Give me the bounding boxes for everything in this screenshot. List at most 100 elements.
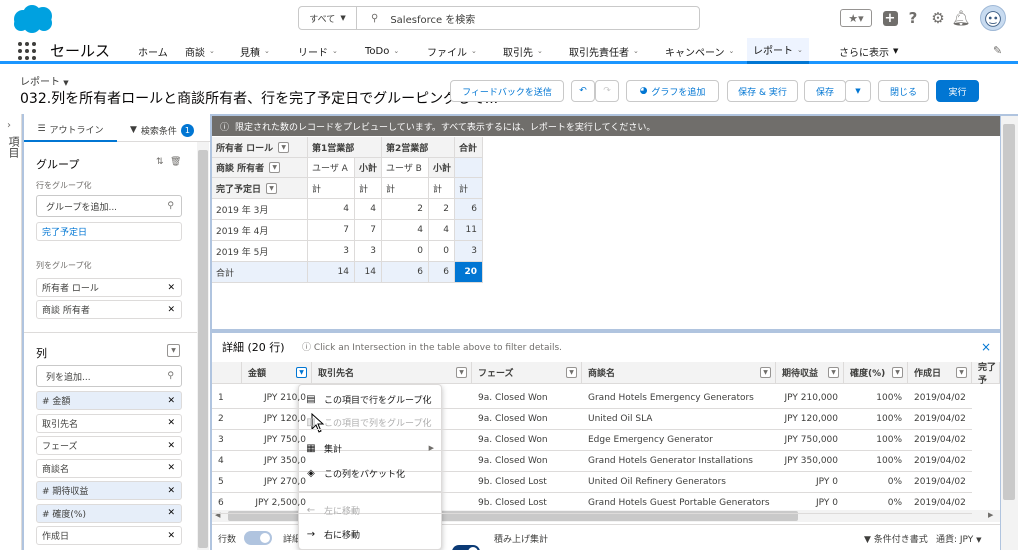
column-pill[interactable]: # 金額 ✕	[36, 391, 182, 410]
remove-icon[interactable]: ✕	[167, 463, 175, 473]
column-pill[interactable]: 取引先名 ✕	[36, 413, 182, 433]
chevron-down-icon[interactable]: ▼	[296, 367, 307, 378]
nav-item-4[interactable]: リード ⌄	[292, 38, 344, 64]
conditional-format-button[interactable]: ▼ 条件付き書式	[864, 532, 928, 545]
save-button[interactable]: 保存	[804, 80, 846, 102]
app-launcher-icon[interactable]	[18, 42, 36, 60]
remove-icon[interactable]: ✕	[167, 531, 175, 541]
group-rows-input[interactable]: グループを追加... ⚲	[36, 195, 182, 217]
salesforce-cloud-logo[interactable]	[10, 4, 56, 34]
detail-col-header[interactable]: 完了予	[972, 362, 1000, 386]
nav-item-3[interactable]: 見積 ⌄	[234, 38, 276, 64]
column-pill[interactable]: # 確度(%) ✕	[36, 503, 182, 523]
detail-col-header[interactable]: 取引先名 ▼	[312, 362, 472, 384]
subtotal-toggle[interactable]	[452, 545, 480, 550]
menu-item-3[interactable]: ▦ 集計 ▶	[306, 437, 434, 459]
panel-scroll-thumb[interactable]	[198, 150, 208, 548]
nav-item-9[interactable]: キャンペーン ⌄	[659, 38, 740, 64]
remove-icon[interactable]: ✕	[167, 396, 175, 406]
remove-icon[interactable]: ✕	[167, 418, 175, 428]
chevron-down-icon[interactable]: ⌄	[332, 47, 338, 55]
tab-filters[interactable]: ▼ 検索条件 1	[130, 118, 205, 142]
columns-menu-button[interactable]: ▼	[167, 344, 180, 357]
chevron-down-icon[interactable]: ▼	[893, 47, 898, 55]
column-pill[interactable]: フェーズ ✕	[36, 436, 182, 455]
col-group-pill[interactable]: 所有者 ロール ✕	[36, 278, 182, 297]
chevron-down-icon[interactable]: ▼	[456, 367, 467, 378]
search-scope-select[interactable]: すべて ▼	[299, 7, 357, 29]
edit-nav-pencil-icon[interactable]: ✎	[993, 44, 1002, 57]
detail-col-header[interactable]: 商談名 ▼	[582, 362, 776, 384]
save-options-button[interactable]: ▼	[845, 80, 871, 102]
chevron-down-icon[interactable]: ⌄	[471, 47, 477, 55]
menu-item-1[interactable]: ▤ この項目で行をグループ化	[306, 388, 434, 410]
vertical-scroll-thumb[interactable]	[1003, 124, 1015, 500]
chevron-down-icon[interactable]: ▼	[278, 141, 290, 153]
add-icon[interactable]: +	[880, 8, 900, 28]
remove-icon[interactable]: ✕	[167, 486, 175, 496]
col-group-pill[interactable]: 商談 所有者 ✕	[36, 300, 182, 319]
bell-icon[interactable]: 🔔︎	[951, 8, 971, 28]
remove-icon[interactable]: ✕	[167, 508, 175, 518]
search-input[interactable]: Salesforce を検索	[390, 11, 475, 26]
global-search[interactable]: すべて ▼ ⚲ Salesforce を検索	[298, 6, 700, 30]
column-pill[interactable]: 作成日 ✕	[36, 526, 182, 545]
tab-outline[interactable]: ☰ アウトライン	[24, 118, 117, 142]
nav-item-6[interactable]: ファイル ⌄	[421, 38, 483, 64]
gear-icon[interactable]: ⚙	[928, 8, 948, 28]
nav-item-5[interactable]: ToDo ⌄	[359, 38, 405, 64]
detail-col-header[interactable]: フェーズ ▼	[472, 362, 582, 384]
close-button[interactable]: 閉じる	[878, 80, 929, 102]
run-button[interactable]: 実行	[936, 80, 979, 102]
undo-button[interactable]: ↶	[571, 80, 595, 102]
chevron-down-icon[interactable]: ⌄	[209, 47, 215, 55]
chevron-down-icon[interactable]: ▼	[892, 367, 903, 378]
column-pill[interactable]: 商談名 ✕	[36, 458, 182, 478]
swap-groups-icon[interactable]: ⇅	[156, 157, 164, 167]
remove-icon[interactable]: ✕	[167, 305, 175, 315]
close-icon[interactable]: ×	[981, 340, 991, 354]
chevron-down-icon[interactable]: ▼	[828, 367, 839, 378]
chevron-down-icon[interactable]: ▼	[566, 367, 577, 378]
chevron-down-icon[interactable]: ▼	[956, 367, 967, 378]
nav-item-2[interactable]: 商談 ⌄	[179, 38, 221, 64]
chevron-down-icon[interactable]: ▼	[269, 162, 281, 173]
chevron-down-icon[interactable]: ⌄	[633, 47, 639, 55]
add-column-input[interactable]: 列を追加... ⚲	[36, 365, 182, 387]
trash-icon[interactable]: 🗑︎	[170, 157, 181, 167]
chevron-down-icon[interactable]: ▼	[266, 182, 278, 194]
add-chart-button[interactable]: ◕ グラフを追加	[626, 80, 719, 102]
chevron-down-icon[interactable]: ⌄	[264, 47, 270, 55]
nav-item-7[interactable]: 取引先 ⌄	[497, 38, 549, 64]
detail-col-header[interactable]: 期待収益 ▼	[776, 362, 844, 384]
column-pill[interactable]: # 期待収益 ✕	[36, 481, 182, 500]
chevron-down-icon[interactable]: ▼	[760, 367, 771, 378]
help-icon[interactable]: ?	[903, 8, 923, 28]
detail-col-header[interactable]: 作成日 ▼	[908, 362, 972, 384]
avatar[interactable]	[980, 5, 1006, 31]
detail-col-header[interactable]: 確度(%) ▼	[844, 362, 908, 384]
nav-item-1[interactable]: ホーム	[132, 38, 174, 64]
nav-item-10[interactable]: レポート ⌄	[747, 38, 809, 64]
row-count-toggle[interactable]	[244, 531, 272, 545]
detail-col-header[interactable]: 金額 ▼	[242, 362, 312, 384]
menu-item-6[interactable]: → 右に移動	[306, 523, 434, 545]
matrix-userA: ユーザ A	[308, 158, 355, 178]
chevron-down-icon[interactable]: ⌄	[797, 46, 803, 54]
menu-item-4[interactable]: ◈ この列をバケット化	[306, 462, 434, 484]
row-group-pill[interactable]: 完了予定日	[36, 222, 182, 241]
redo-button[interactable]: ↷	[595, 80, 619, 102]
save-and-run-button[interactable]: 保存 & 実行	[727, 80, 798, 102]
chevron-down-icon[interactable]: ⌄	[729, 47, 735, 55]
favorites-star-icon[interactable]: ★▾	[840, 9, 872, 27]
nav-item-11[interactable]: さらに表示 ▼	[833, 38, 904, 64]
remove-icon[interactable]: ✕	[167, 441, 175, 451]
remove-icon[interactable]: ✕	[167, 283, 175, 293]
fields-side-tab[interactable]: › 項目	[0, 114, 22, 550]
feedback-button[interactable]: フィードバックを送信	[450, 80, 564, 102]
chevron-down-icon[interactable]: ⌄	[393, 47, 399, 55]
nav-item-8[interactable]: 取引先責任者 ⌄	[563, 38, 645, 64]
chevron-down-icon[interactable]: ⌄	[537, 47, 543, 55]
breadcrumb[interactable]: レポート ▼	[20, 73, 69, 88]
currency-select[interactable]: 通貨: JPY ▼	[936, 532, 982, 545]
